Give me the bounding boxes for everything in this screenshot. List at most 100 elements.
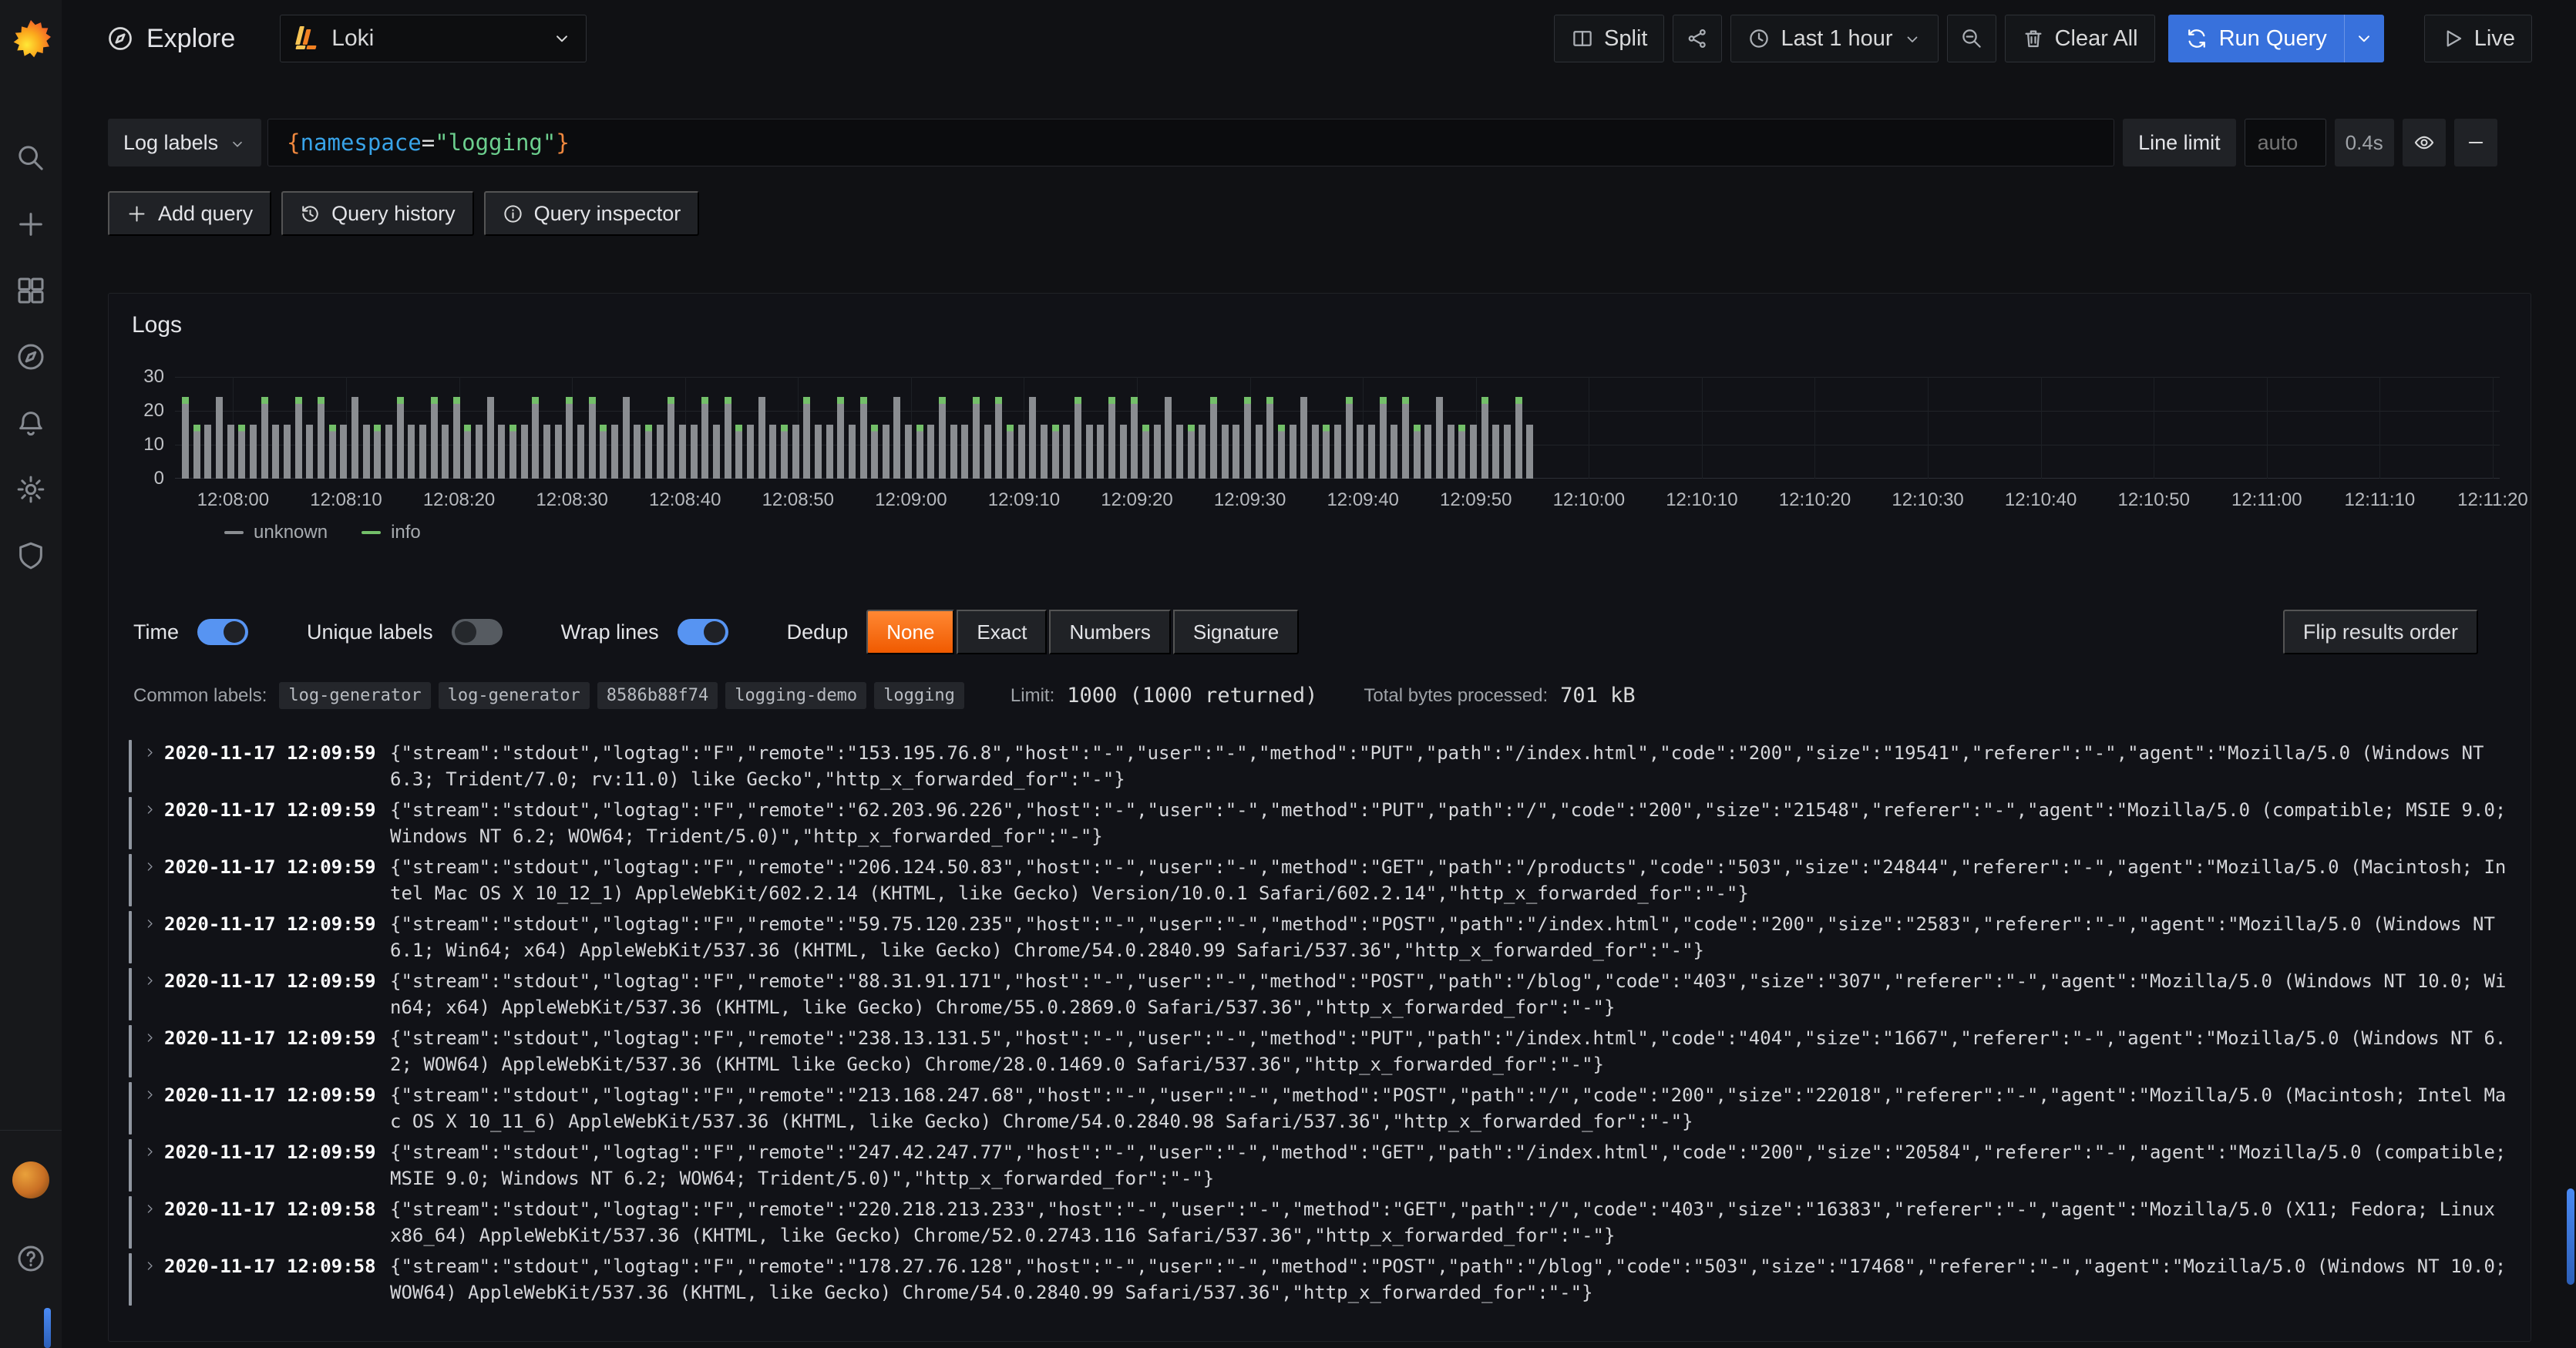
page-title: Explore	[106, 24, 235, 54]
common-labels-badges: log-generatorlog-generator8586b88f74logg…	[279, 682, 964, 709]
eye-icon	[2413, 132, 2435, 153]
toggle-switch[interactable]	[678, 619, 728, 645]
dedup-option-none[interactable]: None	[866, 610, 954, 654]
histogram-bar	[1233, 425, 1239, 479]
histogram-bar	[668, 397, 674, 479]
search-icon[interactable]	[15, 143, 46, 173]
shield-icon[interactable]	[15, 540, 46, 571]
datasource-picker[interactable]: Loki	[280, 15, 587, 62]
chevron-right-icon[interactable]	[143, 1145, 156, 1158]
split-button[interactable]: Split	[1554, 15, 1664, 62]
chevron-right-icon[interactable]	[143, 803, 156, 816]
toggle-switch[interactable]	[197, 619, 248, 645]
line-limit-input[interactable]	[2245, 119, 2326, 166]
legend-item-info[interactable]: info	[362, 522, 421, 543]
log-row[interactable]: 2020-11-17 12:09:59{"stream":"stdout","l…	[129, 1082, 2510, 1135]
live-button[interactable]: Live	[2424, 15, 2532, 62]
clear-all-button[interactable]: Clear All	[2005, 15, 2155, 62]
page-scrollbar[interactable]	[2567, 85, 2574, 1348]
histogram-bar	[927, 425, 934, 479]
histogram-bar	[905, 425, 912, 479]
histogram-bar	[1526, 425, 1533, 479]
x-tick-label: 12:09:20	[1101, 489, 1172, 511]
x-tick-label: 12:09:00	[875, 489, 947, 511]
chevron-right-icon[interactable]	[143, 860, 156, 873]
log-level-bar	[129, 1196, 132, 1249]
log-row[interactable]: 2020-11-17 12:09:59{"stream":"stdout","l…	[129, 854, 2510, 906]
hide-response-button[interactable]	[2403, 119, 2446, 166]
log-labels-dropdown[interactable]: Log labels	[108, 119, 261, 166]
chevron-right-icon[interactable]	[143, 1031, 156, 1044]
page-scrollbar-thumb[interactable]	[2567, 1188, 2574, 1285]
log-row[interactable]: 2020-11-17 12:09:59{"stream":"stdout","l…	[129, 740, 2510, 792]
histogram-bar	[431, 397, 438, 479]
toggle-label: Unique labels	[307, 620, 433, 644]
time-range-picker[interactable]: Last 1 hour	[1730, 15, 1938, 62]
sidebar-menu	[0, 143, 62, 571]
dedup-option-exact[interactable]: Exact	[957, 610, 1047, 654]
histogram-bar	[272, 425, 279, 479]
histogram-bar	[769, 425, 776, 479]
y-tick-label: 0	[154, 468, 164, 489]
run-query-dropdown[interactable]	[2344, 15, 2384, 62]
log-row[interactable]: 2020-11-17 12:09:59{"stream":"stdout","l…	[129, 1139, 2510, 1192]
histogram-bar	[442, 425, 449, 479]
sidebar-scrollbar-thumb[interactable]	[44, 1308, 51, 1348]
plus-icon[interactable]	[15, 209, 46, 240]
chevron-right-icon[interactable]	[143, 1259, 156, 1272]
chevron-right-icon[interactable]	[143, 917, 156, 930]
zoom-out-button[interactable]	[1947, 15, 1996, 62]
log-row[interactable]: 2020-11-17 12:09:59{"stream":"stdout","l…	[129, 797, 2510, 849]
grafana-logo[interactable]	[11, 20, 51, 60]
log-row[interactable]: 2020-11-17 12:09:58{"stream":"stdout","l…	[129, 1253, 2510, 1306]
histogram-bar	[498, 425, 505, 479]
query-history-button[interactable]: Query history	[281, 191, 474, 236]
flip-results-order-button[interactable]: Flip results order	[2283, 610, 2478, 654]
remove-query-button[interactable]	[2454, 119, 2497, 166]
share-button[interactable]	[1673, 15, 1722, 62]
histogram-bar	[1188, 425, 1195, 479]
query-inspector-button[interactable]: Query inspector	[484, 191, 700, 236]
chevron-right-icon[interactable]	[143, 974, 156, 987]
log-line-text: {"stream":"stdout","logtag":"F","remote"…	[390, 911, 2510, 963]
log-line-text: {"stream":"stdout","logtag":"F","remote"…	[390, 854, 2510, 906]
chevron-right-icon[interactable]	[143, 1088, 156, 1101]
y-tick-label: 20	[143, 400, 164, 422]
toggle-switch[interactable]	[452, 619, 503, 645]
bell-icon[interactable]	[15, 408, 46, 439]
log-row[interactable]: 2020-11-17 12:09:58{"stream":"stdout","l…	[129, 1196, 2510, 1249]
log-timestamp: 2020-11-17 12:09:58	[164, 1196, 378, 1222]
gridline	[2267, 377, 2268, 479]
run-query-button[interactable]: Run Query	[2168, 15, 2384, 62]
compass-icon[interactable]	[15, 341, 46, 372]
log-row[interactable]: 2020-11-17 12:09:59{"stream":"stdout","l…	[129, 911, 2510, 963]
legend-item-unknown[interactable]: unknown	[224, 522, 328, 543]
query-input[interactable]: {namespace="logging"}	[267, 119, 2114, 166]
histogram-bar	[713, 425, 720, 479]
histogram-bar	[1256, 425, 1263, 479]
log-row[interactable]: 2020-11-17 12:09:59{"stream":"stdout","l…	[129, 1025, 2510, 1077]
histogram-bar	[961, 425, 968, 479]
dedup-option-numbers[interactable]: Numbers	[1049, 610, 1170, 654]
histogram-bar	[1504, 425, 1511, 479]
gridline	[175, 377, 2500, 378]
query-options: Line limit 0.4s	[2123, 119, 2497, 166]
log-row[interactable]: 2020-11-17 12:09:59{"stream":"stdout","l…	[129, 968, 2510, 1020]
histogram-bar	[363, 425, 370, 479]
line-limit-label: Line limit	[2123, 119, 2236, 166]
chevron-right-icon[interactable]	[143, 1202, 156, 1215]
dedup-option-signature[interactable]: Signature	[1173, 610, 1299, 654]
histogram-bar	[916, 425, 923, 479]
histogram-bar	[238, 425, 245, 479]
histogram-bar	[871, 425, 878, 479]
user-avatar[interactable]	[12, 1161, 49, 1198]
histogram-bar	[227, 425, 234, 479]
dashboards-icon[interactable]	[15, 275, 46, 306]
help-icon[interactable]	[15, 1243, 46, 1274]
chevron-right-icon[interactable]	[143, 746, 156, 759]
histogram-bar	[577, 425, 584, 479]
add-query-button[interactable]: Add query	[108, 191, 271, 236]
gear-icon[interactable]	[15, 474, 46, 505]
histogram-bar	[204, 425, 211, 479]
toggle-unique-labels: Unique labels	[307, 619, 503, 645]
